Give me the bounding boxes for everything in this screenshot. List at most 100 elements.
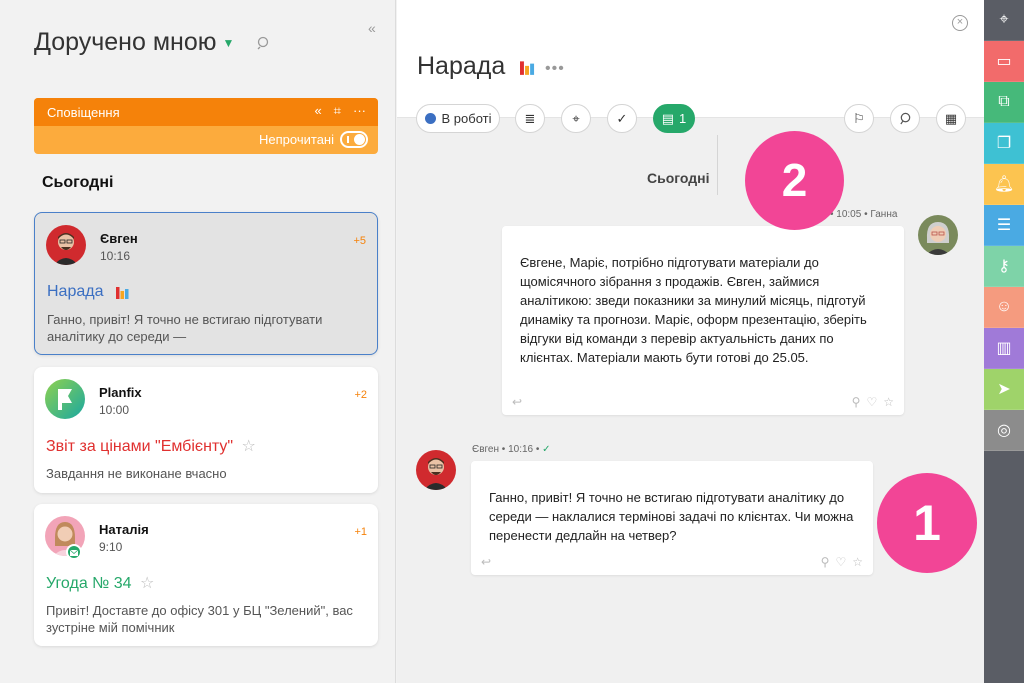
unread-label: Непрочитані — [259, 132, 334, 147]
pin-icon[interactable]: ⚲ — [852, 395, 861, 409]
message-actions: ↩ ⚲ ♡ ☆ — [481, 555, 863, 569]
analytics-icon: ⌖ — [572, 110, 580, 126]
message-meta: Євген • 10:16 • ✓ — [472, 444, 551, 455]
task-panel: Нарада ••• × В роботі ≣ ⌖ ✓ ▤ 1 ⚐ ▦ Сьог… — [397, 0, 984, 683]
check-circle-icon: ✓ — [616, 110, 628, 126]
keys-icon[interactable]: ⚷ — [984, 246, 1024, 287]
comments-count: 1 — [679, 111, 687, 126]
page-title[interactable]: Доручено мною ▼ — [34, 28, 234, 57]
callout-badge-one: 1 — [877, 473, 977, 573]
message-text: Євгене, Маріє, потрібно підготувати мате… — [520, 255, 867, 365]
description-button[interactable]: ≣ — [515, 104, 545, 133]
sender-name: Planfix — [99, 385, 142, 400]
search-icon — [899, 112, 910, 125]
task-link[interactable]: Нарада — [47, 283, 132, 301]
heart-icon[interactable]: ♡ — [866, 395, 877, 409]
checklist-button[interactable]: ✓ — [607, 104, 637, 133]
calendar-icon: ▦ — [944, 110, 958, 126]
chart-icon — [115, 286, 129, 299]
message-preview: Завдання не виконане вчасно — [46, 466, 227, 481]
chart-icon — [520, 61, 535, 76]
collapse-panel-icon[interactable]: « — [368, 20, 376, 36]
unread-count: +2 — [354, 389, 367, 401]
planner-icon[interactable]: ◎ — [984, 410, 1024, 451]
avatar — [416, 450, 456, 490]
message-preview: Привіт! Доставте до офісу 301 у БЦ "Зеле… — [46, 603, 353, 635]
page-title-text: Доручено мною — [34, 28, 217, 56]
sender-name: Євген — [100, 231, 138, 246]
message-actions: ↩ ⚲ ♡ ☆ — [512, 395, 894, 409]
planfix-logo-icon[interactable]: ⌖ — [984, 0, 1024, 41]
reply-icon[interactable]: ↩ — [512, 395, 522, 409]
check-icon: ✓ — [542, 444, 551, 455]
notifications-header: Сповіщення « ⌗ ··· — [34, 98, 378, 126]
reply-icon[interactable]: ↩ — [481, 555, 491, 569]
message-preview: Ганно, привіт! Я точно не встигаю підгот… — [47, 312, 323, 344]
task-header: Нарада ••• × — [397, 0, 984, 118]
comment-icon: ▤ — [661, 110, 675, 126]
analytics-button[interactable]: ⌖ — [561, 104, 591, 133]
unread-count: +1 — [354, 526, 367, 538]
chevron-down-icon[interactable]: ▼ — [222, 36, 234, 50]
date-separator: Сьогодні — [647, 170, 710, 186]
planfix-logo-icon — [45, 379, 85, 419]
analytics-icon[interactable]: ▥ — [984, 328, 1024, 369]
list-item[interactable]: Planfix 10:00 +2 Звіт за цінами "Ембієнт… — [34, 367, 378, 493]
message-meta: • 10:05 • Ганна — [830, 209, 898, 220]
task-link[interactable]: Угода № 34 ☆ — [46, 573, 154, 593]
list-item[interactable]: Наталія 9:10 +1 Угода № 34 ☆ Привіт! Дос… — [34, 504, 378, 646]
contacts-icon[interactable]: ☺ — [984, 287, 1024, 328]
callout-badge-two: 2 — [745, 131, 844, 230]
notifications-title: Сповіщення — [47, 105, 120, 120]
message-time: 10:16 — [508, 444, 534, 455]
task-title: Угода № 34 — [46, 575, 132, 592]
star-icon[interactable]: ☆ — [242, 438, 256, 455]
status-button[interactable]: В роботі — [416, 104, 500, 133]
list-item[interactable]: Євген 10:16 +5 Нарада Ганно, привіт! Я т… — [34, 212, 378, 355]
message-bubble: Ганно, привіт! Я точно не встигаю підгот… — [471, 461, 873, 575]
pin-icon[interactable]: ⚲ — [821, 555, 830, 569]
task-title: Нарада — [417, 52, 538, 81]
reports-icon[interactable]: ☰ — [984, 205, 1024, 246]
comments-button[interactable]: ▤ 1 — [653, 104, 695, 133]
search-button[interactable] — [890, 104, 920, 133]
star-icon[interactable]: ☆ — [140, 575, 154, 592]
task-title-text: Нарада — [417, 52, 506, 80]
task-title: Нарада — [47, 283, 104, 300]
message-text: Ганно, привіт! Я точно не встигаю підгот… — [489, 490, 854, 543]
sender-name: Наталія — [99, 522, 149, 537]
search-icon[interactable] — [257, 36, 271, 55]
collapse-icon[interactable]: « — [314, 103, 321, 119]
description-icon: ≣ — [524, 110, 536, 126]
left-panel: Доручено мною ▼ « Сповіщення « ⌗ ··· Непр… — [0, 0, 396, 683]
close-icon[interactable]: × — [952, 15, 968, 31]
unread-toggle[interactable] — [340, 131, 368, 148]
tasks-icon[interactable]: ▭ — [984, 41, 1024, 82]
message-time: 10:00 — [99, 403, 130, 417]
flag-icon: ⚐ — [853, 110, 865, 126]
documents-icon[interactable]: ❐ — [984, 123, 1024, 164]
notifications-icon[interactable]: 🔔︎ — [984, 164, 1024, 205]
star-icon[interactable]: ☆ — [852, 555, 863, 569]
status-dot — [424, 113, 436, 124]
task-link[interactable]: Звіт за цінами "Ембієнту" ☆ — [46, 436, 256, 456]
divider — [717, 135, 718, 195]
projects-icon[interactable]: ⧉ — [984, 82, 1024, 123]
avatar — [45, 379, 85, 419]
scan-icon[interactable]: ⌗ — [334, 103, 341, 119]
message-bubble: Євгене, Маріє, потрібно підготувати мате… — [502, 226, 904, 415]
message-author: Ганна — [870, 209, 898, 220]
notifications-panel: Сповіщення « ⌗ ··· Непрочитані — [34, 98, 378, 154]
mail-icon — [66, 544, 82, 560]
star-icon[interactable]: ☆ — [883, 395, 894, 409]
more-icon[interactable]: ••• — [545, 60, 565, 78]
message-time: 9:10 — [99, 540, 123, 554]
send-icon[interactable]: ➤ — [984, 369, 1024, 410]
status-label: В роботі — [441, 111, 492, 126]
heart-icon[interactable]: ♡ — [835, 555, 846, 569]
more-icon[interactable]: ··· — [353, 103, 366, 119]
unread-count: +5 — [353, 235, 366, 247]
calendar-button[interactable]: ▦ — [936, 104, 966, 133]
task-title: Звіт за цінами "Ембієнту" — [46, 438, 234, 455]
flag-button[interactable]: ⚐ — [844, 104, 874, 133]
